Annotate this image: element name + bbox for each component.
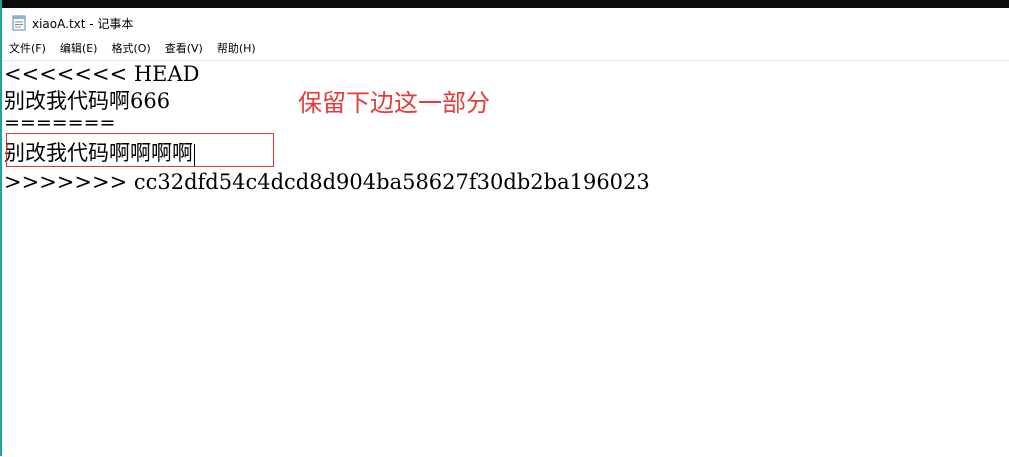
notepad-window: xiaoA.txt - 记事本 文件(F) 编辑(E) 格式(O) 查看(V) … <box>0 0 1009 457</box>
menu-file[interactable]: 文件(F) <box>2 38 53 58</box>
window-title: xiaoA.txt - 记事本 <box>32 16 134 31</box>
highlight-box <box>6 133 274 167</box>
editor-line-incoming-marker: >>>>>>> cc32dfd54c4dcd8d904ba58627f30db2… <box>4 170 650 194</box>
menu-help[interactable]: 帮助(H) <box>210 38 263 58</box>
taskbar-strip <box>2 0 1009 8</box>
menu-format[interactable]: 格式(O) <box>104 38 157 58</box>
menu-bar: 文件(F) 编辑(E) 格式(O) 查看(V) 帮助(H) <box>2 38 1009 58</box>
title-bar[interactable]: xiaoA.txt - 记事本 <box>2 8 1009 38</box>
annotation-text: 保留下边这一部分 <box>298 89 490 117</box>
notepad-icon <box>12 15 26 31</box>
text-editor-area[interactable]: <<<<<<< HEAD 别改我代码啊666 ======= 别改我代码啊啊啊啊… <box>4 60 1009 457</box>
menu-edit[interactable]: 编辑(E) <box>53 38 105 58</box>
editor-line-head-marker: <<<<<<< HEAD <box>4 62 200 86</box>
menu-view[interactable]: 查看(V) <box>158 38 210 58</box>
